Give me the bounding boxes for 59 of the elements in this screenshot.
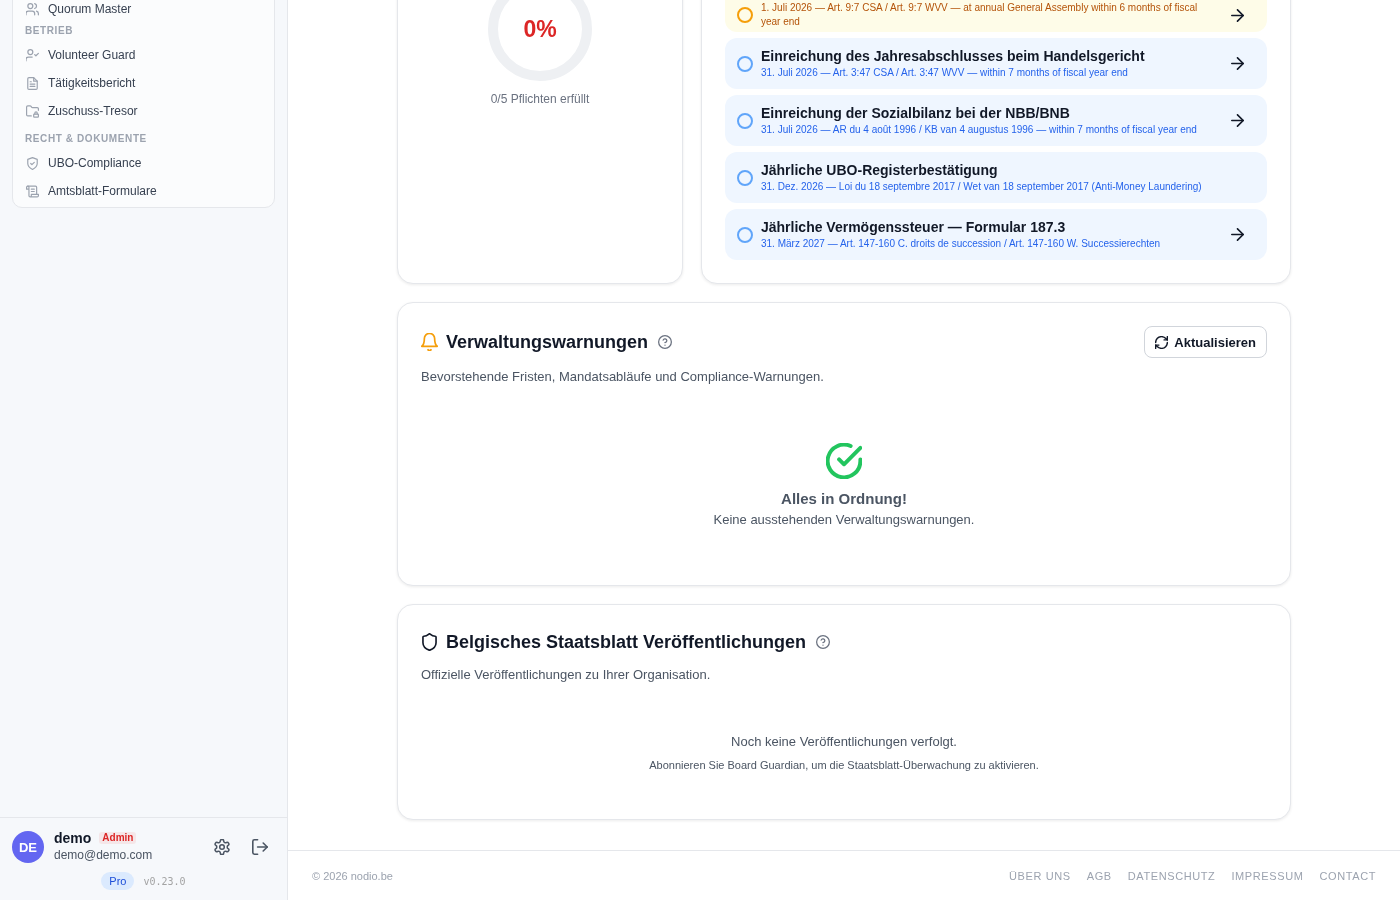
obligation-item[interactable]: Einreichung der Sozialbilanz bei der NBB/BNB 31. Juli 2026 — AR du 4 août 1996 / KB van 4 augustus 1996 — within 7 months of fiscal year end — [725, 95, 1267, 146]
progress-percent: 0% — [523, 15, 557, 43]
progress-caption: 0/5 Pflichten erfüllt — [490, 91, 590, 108]
obligation-detail: 31. März 2027 — Art. 147-160 C. droits de succession / Art. 147-160 W. Successierechten — [761, 237, 1161, 251]
folder-lock-icon — [26, 104, 39, 118]
obligation-detail: 1. Juli 2026 — Art. 9:7 CSA / Art. 9:7 WVV — at annual General Assembly within 6 months of fiscal year end — [761, 1, 1199, 29]
nav-item[interactable]: Volunteer Guard — [21, 41, 266, 69]
help-icon[interactable] — [816, 635, 831, 649]
nav-item[interactable]: Quorum Master — [21, 0, 266, 23]
bell-icon — [421, 333, 438, 351]
shield-check-icon — [26, 156, 39, 170]
empty-state-text: Keine ausstehenden Verwaltungswarnungen. — [713, 511, 975, 529]
empty-circle-icon[interactable] — [737, 169, 753, 186]
empty-circle-icon[interactable] — [737, 55, 753, 72]
empty-circle-icon[interactable] — [737, 226, 753, 243]
copyright-text: © 2026 nodio.be — [312, 869, 393, 882]
empty-state-title: Alles in Ordnung! — [781, 489, 907, 509]
empty-circle-icon[interactable] — [737, 7, 753, 23]
logout-icon — [252, 839, 268, 855]
check-circle-icon — [826, 443, 862, 479]
empty-state-title: Noch keine Veröffentlichungen verfolgt. — [731, 733, 957, 751]
empty-circle-icon[interactable] — [737, 112, 753, 129]
plan-badge: Pro — [101, 872, 135, 890]
obligation-item[interactable]: Jährliche UBO-Registerbestätigung 31. Dez. 2026 — Loi du 18 septembre 2017 / Wet van 18 september 2017 (Anti-Money Laundering) — [725, 152, 1267, 203]
nav-item[interactable]: Tätigkeitsbericht — [21, 69, 266, 97]
version-label: v0.23.0 — [143, 875, 186, 887]
nav-item[interactable]: UBO-Compliance — [21, 149, 266, 177]
user-avatar: DE — [12, 831, 44, 863]
settings-icon — [214, 839, 230, 855]
shield-icon — [421, 633, 438, 651]
refresh-button[interactable]: Aktualisieren — [1144, 326, 1267, 358]
obligation-title: Einreichung der Sozialbilanz bei der NBB/BNB — [761, 104, 1070, 122]
obligation-title: Einreichung des Jahresabschlusses beim Handelsgericht — [761, 47, 1145, 65]
obligation-detail: 31. Juli 2026 — Art. 3:47 CSA / Art. 3:47 WVV — within 7 months of fiscal year end — [761, 66, 1128, 80]
empty-state-text: Abonnieren Sie Board Guardian, um die Staatsblatt-Überwachung zu aktivieren. — [649, 758, 1039, 773]
section-heading: BETRIEB — [24, 24, 75, 38]
scroll-icon — [26, 184, 39, 198]
panel-title: Verwaltungswarnungen — [446, 331, 649, 354]
nav-item[interactable]: Amtsblatt-Formulare — [21, 177, 266, 205]
section-heading: RECHT & DOKUMENTE — [24, 132, 148, 146]
obligation-title: Jährliche Vermögenssteuer — Formular 187.3 — [761, 218, 1066, 236]
user-email: demo@demo.com — [54, 847, 153, 864]
help-icon[interactable] — [658, 335, 673, 349]
nav-item[interactable]: Zuschuss-Tresor — [21, 97, 266, 125]
panel-description: Bevorstehende Fristen, Mandatsabläufe und Compliance-Warnungen. — [421, 368, 825, 386]
panel-title: Belgisches Staatsblatt Veröffentlichungen — [446, 631, 807, 654]
user-name: demo — [54, 830, 92, 846]
obligation-item[interactable]: Einreichung des Jahresabschlusses beim Handelsgericht 31. Juli 2026 — Art. 3:47 CSA / Art. 3:47 WVV — within 7 months of fiscal year end — [725, 38, 1267, 89]
role-badge: Admin — [99, 832, 137, 844]
obligation-item[interactable]: Jährliche Vermögenssteuer — Formular 187.3 31. März 2027 — Art. 147-160 C. droits de succession / Art. 147-160 W. Successierechten — [725, 209, 1267, 260]
refresh-icon — [1155, 335, 1169, 349]
users-icon — [26, 2, 39, 16]
obligation-detail: 31. Dez. 2026 — Loi du 18 septembre 2017 / Wet van 18 september 2017 (Anti-Money Laundering) — [761, 180, 1202, 194]
obligation-title: Jährliche UBO-Registerbestätigung — [761, 161, 998, 179]
user-check-icon — [26, 48, 39, 62]
obligation-item[interactable]: 1. Juli 2026 — Art. 9:7 CSA / Art. 9:7 WVV — at annual General Assembly within 6 months of fiscal year end — [725, 0, 1267, 32]
panel-description: Offizielle Veröffentlichungen zu Ihrer Organisation. — [421, 666, 712, 684]
document-icon — [26, 76, 39, 90]
obligation-detail: 31. Juli 2026 — AR du 4 août 1996 / KB van 4 augustus 1996 — within 7 months of fiscal year end — [761, 123, 1197, 137]
